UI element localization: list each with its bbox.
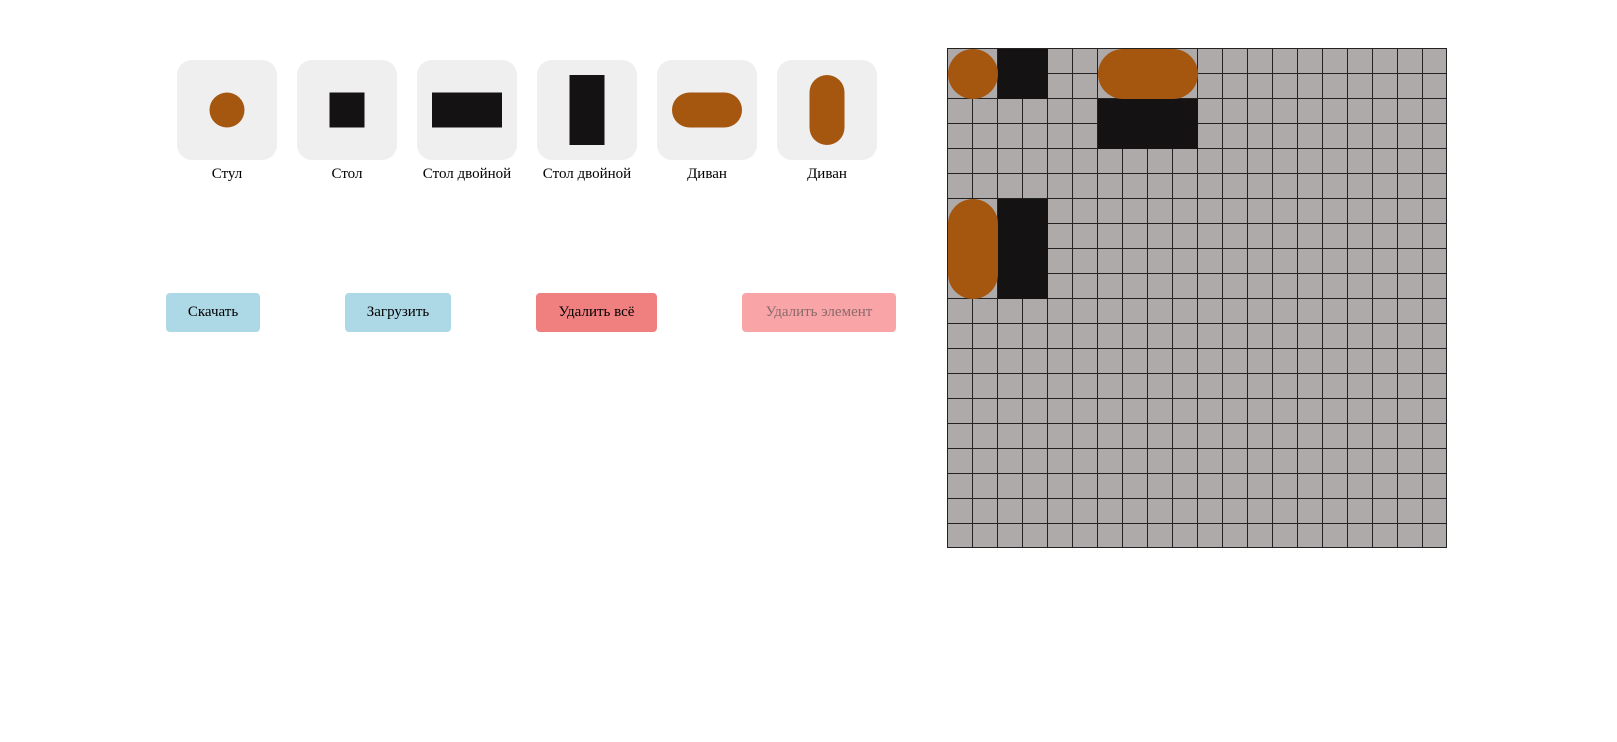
palette-label-sofa-vertical: Диван: [807, 166, 847, 182]
palette-tile-double-table-horizontal[interactable]: [417, 60, 517, 160]
palette-item-table[interactable]: Стол: [297, 60, 397, 184]
sofa-horizontal-icon: [672, 92, 742, 128]
delete-element-button: Удалить элемент: [742, 293, 896, 332]
palette-label-double-table-horizontal: Стол двойной: [422, 166, 512, 182]
double-table-vertical-icon: [569, 75, 605, 145]
placed-chair[interactable]: [948, 49, 998, 99]
palette-tile-double-table-vertical[interactable]: [537, 60, 637, 160]
sofa-vertical-icon: [809, 75, 845, 145]
placed-sofa-vertical[interactable]: [948, 199, 998, 299]
palette-tile-sofa-horizontal[interactable]: [657, 60, 757, 160]
upload-button[interactable]: Загрузить: [345, 293, 451, 332]
placed-double-table-horizontal[interactable]: [1098, 99, 1198, 149]
palette-item-double-table-horizontal[interactable]: Стол двойной: [417, 60, 517, 184]
palette-tile-sofa-vertical[interactable]: [777, 60, 877, 160]
delete-all-button[interactable]: Удалить всё: [536, 293, 657, 332]
palette-item-double-table-vertical[interactable]: Стол двойной: [537, 60, 637, 184]
chair-icon: [209, 92, 245, 128]
placed-table[interactable]: [998, 49, 1048, 99]
palette-tile-chair[interactable]: [177, 60, 277, 160]
palette-item-chair[interactable]: Стул: [177, 60, 277, 184]
placed-sofa-horizontal[interactable]: [1098, 49, 1198, 99]
palette-item-sofa-vertical[interactable]: Диван: [777, 60, 877, 184]
placed-double-table-vertical[interactable]: [998, 199, 1048, 299]
palette-label-table: Стол: [331, 166, 363, 182]
download-button[interactable]: Скачать: [166, 293, 260, 332]
palette-label-sofa-horizontal: Диван: [687, 166, 727, 182]
palette-label-chair: Стул: [211, 166, 243, 182]
palette-label-double-table-vertical: Стол двойной: [542, 166, 632, 182]
floor-grid[interactable]: [947, 48, 1447, 548]
table-icon: [329, 92, 365, 128]
palette-item-sofa-horizontal[interactable]: Диван: [657, 60, 757, 184]
double-table-horizontal-icon: [432, 92, 502, 128]
palette-tile-table[interactable]: [297, 60, 397, 160]
